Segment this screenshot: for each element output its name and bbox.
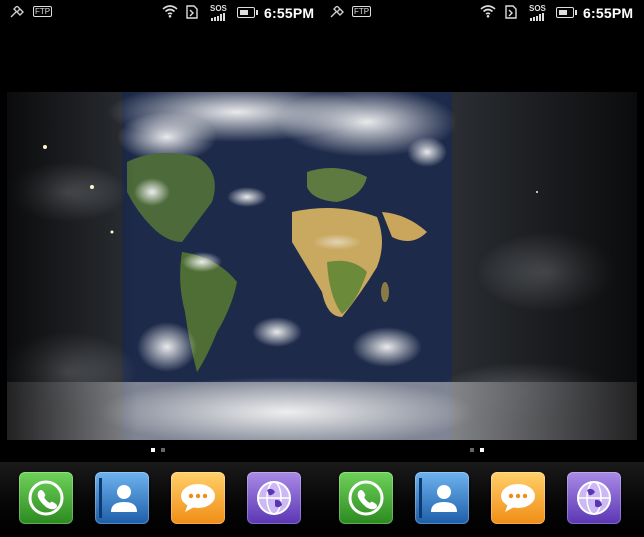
clock: 6:55PM xyxy=(583,5,634,21)
wifi-icon xyxy=(162,4,178,21)
clock: 6:55PM xyxy=(264,5,315,21)
app-dock xyxy=(0,462,644,537)
ftp-icon: FTP xyxy=(33,6,53,17)
wifi-icon xyxy=(480,4,496,21)
phone-icon[interactable] xyxy=(19,472,73,524)
page-indicator-left xyxy=(148,446,168,454)
messaging-icon[interactable] xyxy=(491,472,545,524)
page-dot xyxy=(470,448,474,452)
contacts-icon[interactable] xyxy=(415,472,469,524)
phone-icon[interactable] xyxy=(339,472,393,524)
battery-icon xyxy=(556,7,577,18)
battery-icon xyxy=(237,7,258,18)
browser-icon[interactable] xyxy=(247,472,301,524)
contacts-icon[interactable] xyxy=(95,472,149,524)
signal-bars-icon xyxy=(530,12,546,24)
page-dot xyxy=(161,448,165,452)
ftp-icon: FTP xyxy=(352,6,372,17)
messaging-icon[interactable] xyxy=(171,472,225,524)
page-dot-active xyxy=(480,448,484,452)
page-dot-active xyxy=(151,448,155,452)
browser-icon[interactable] xyxy=(567,472,621,524)
world-map-wallpaper xyxy=(7,92,637,440)
status-bar-right: FTP SOS 6:55PM xyxy=(322,0,644,26)
satellite-icon xyxy=(330,5,344,21)
signal-bars-icon xyxy=(211,12,227,24)
satellite-icon xyxy=(10,5,24,21)
sd-card-icon xyxy=(505,5,517,22)
page-indicator-right xyxy=(467,446,487,454)
sd-card-icon xyxy=(186,5,198,22)
status-bar-left: FTP SOS 6:55PM xyxy=(0,0,322,26)
